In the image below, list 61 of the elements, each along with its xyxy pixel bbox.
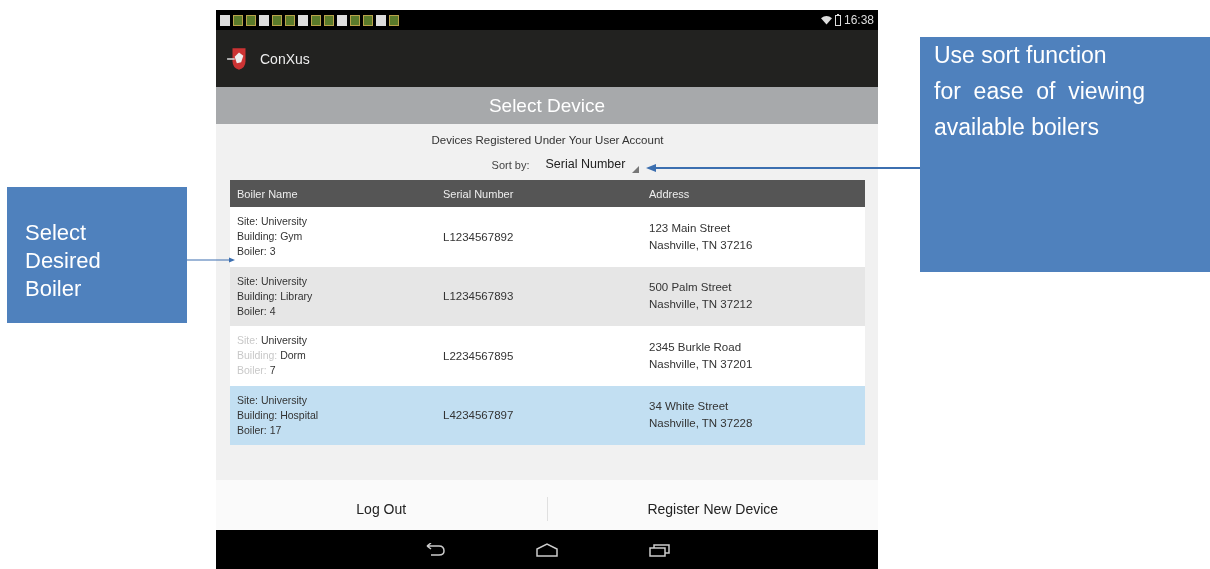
boiler-name-line: Boiler: 17 — [237, 422, 283, 438]
notification-icon — [285, 14, 295, 26]
column-header: Serial Number — [443, 187, 515, 200]
column-header: Address — [649, 187, 691, 200]
screen-title: Select Device — [488, 94, 606, 117]
address-line: 2345 Burkle Road — [649, 339, 743, 355]
notification-icon — [324, 14, 334, 26]
notification-icon — [337, 14, 347, 26]
dropdown-corner-icon — [632, 166, 640, 173]
recent-apps-icon[interactable] — [647, 542, 671, 557]
boiler-name-line: Building: Hospital — [237, 407, 320, 423]
boiler-name-line: Boiler: 4 — [237, 303, 277, 319]
notification-icon — [298, 14, 308, 26]
address-line: Nashville, TN 37228 — [649, 416, 754, 432]
app-title: ConXus — [260, 50, 310, 67]
serial-number: L1234567892 — [443, 230, 515, 243]
notification-icon — [272, 14, 282, 26]
table-row[interactable]: Site: University Building: Library Boiler: 4 L1234567893 500 Palm Street Nashville, TN 37212 — [230, 266, 865, 326]
boiler-name-line: Site: University — [237, 273, 309, 289]
boiler-name-line: Boiler: 3 — [237, 244, 277, 260]
address-line: Nashville, TN 37201 — [649, 356, 754, 372]
column-header: Boiler Name — [237, 187, 299, 200]
sort-label: Sort by: — [491, 159, 530, 171]
wifi-icon — [820, 15, 832, 25]
notification-icon — [350, 14, 360, 26]
notification-icon — [233, 14, 243, 26]
boiler-name-line: Site: University — [237, 392, 309, 408]
table-row[interactable]: Site: University Building: Gym Boiler: 3 L1234567892 123 Main Street Nashville, TN 37216 — [230, 207, 865, 267]
notification-icon — [311, 14, 321, 26]
sort-dropdown[interactable]: Serial Number — [539, 155, 644, 175]
battery-icon — [834, 14, 841, 26]
address-line: 123 Main Street — [649, 220, 732, 236]
address-line: 34 White Street — [649, 399, 730, 415]
footer-button[interactable]: Log Out — [216, 480, 547, 530]
table-row[interactable]: Site: University Building: Hospital Boiler: 17 L4234567897 34 White Street Nashville, TN 37228 — [230, 385, 865, 445]
callout-text: for ease of viewing — [934, 77, 1146, 106]
serial-number: L4234567897 — [443, 409, 515, 422]
subtitle: Devices Registered Under Your User Account — [431, 134, 664, 146]
boiler-name-line: Building: Library — [237, 288, 314, 304]
notification-icon — [363, 14, 373, 26]
notification-icon — [259, 14, 269, 26]
serial-number: L2234567895 — [443, 349, 515, 362]
notification-icon — [246, 14, 256, 26]
home-icon[interactable] — [535, 542, 559, 557]
callout-text: Use sort function — [934, 41, 1108, 70]
clock-time: 16:38 — [843, 13, 874, 27]
boiler-name-line: Site: University — [237, 214, 309, 230]
serial-number: L1234567893 — [443, 290, 515, 303]
arrow-line — [187, 256, 235, 264]
notification-icon — [389, 14, 399, 26]
callout-text: Select — [25, 219, 88, 247]
notification-icon — [220, 14, 230, 26]
callout-text: Desired — [25, 247, 102, 275]
footer-button[interactable]: Register New Device — [547, 480, 878, 530]
notification-icon — [376, 14, 386, 26]
callout-text: Boiler — [25, 275, 83, 303]
boiler-name-line: Building: Gym — [237, 229, 304, 245]
address-line: Nashville, TN 37212 — [649, 297, 754, 313]
address-line: Nashville, TN 37216 — [649, 237, 754, 253]
callout-text: available boilers — [934, 113, 1100, 142]
address-line: 500 Palm Street — [649, 280, 733, 296]
